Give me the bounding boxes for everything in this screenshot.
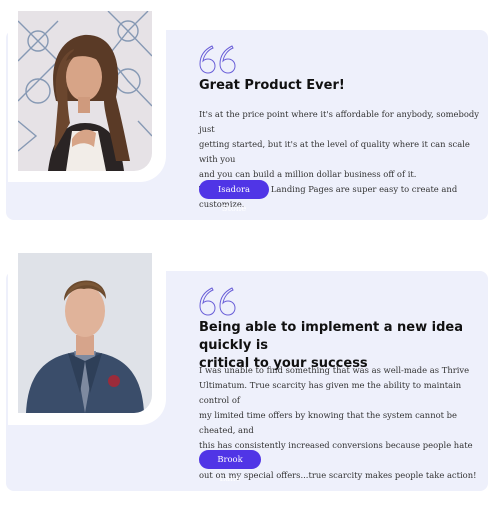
man-portrait-photo xyxy=(18,253,152,413)
author-button-brook-lane[interactable]: Brook Lane xyxy=(199,450,261,483)
testimonial-title-1: Great Product Ever! xyxy=(199,78,345,93)
author-button-isadora-stone[interactable]: Isadora Stone xyxy=(199,180,269,213)
quote-icon xyxy=(199,45,236,74)
quote-icon xyxy=(199,287,236,316)
woman-portrait-photo xyxy=(18,11,152,171)
